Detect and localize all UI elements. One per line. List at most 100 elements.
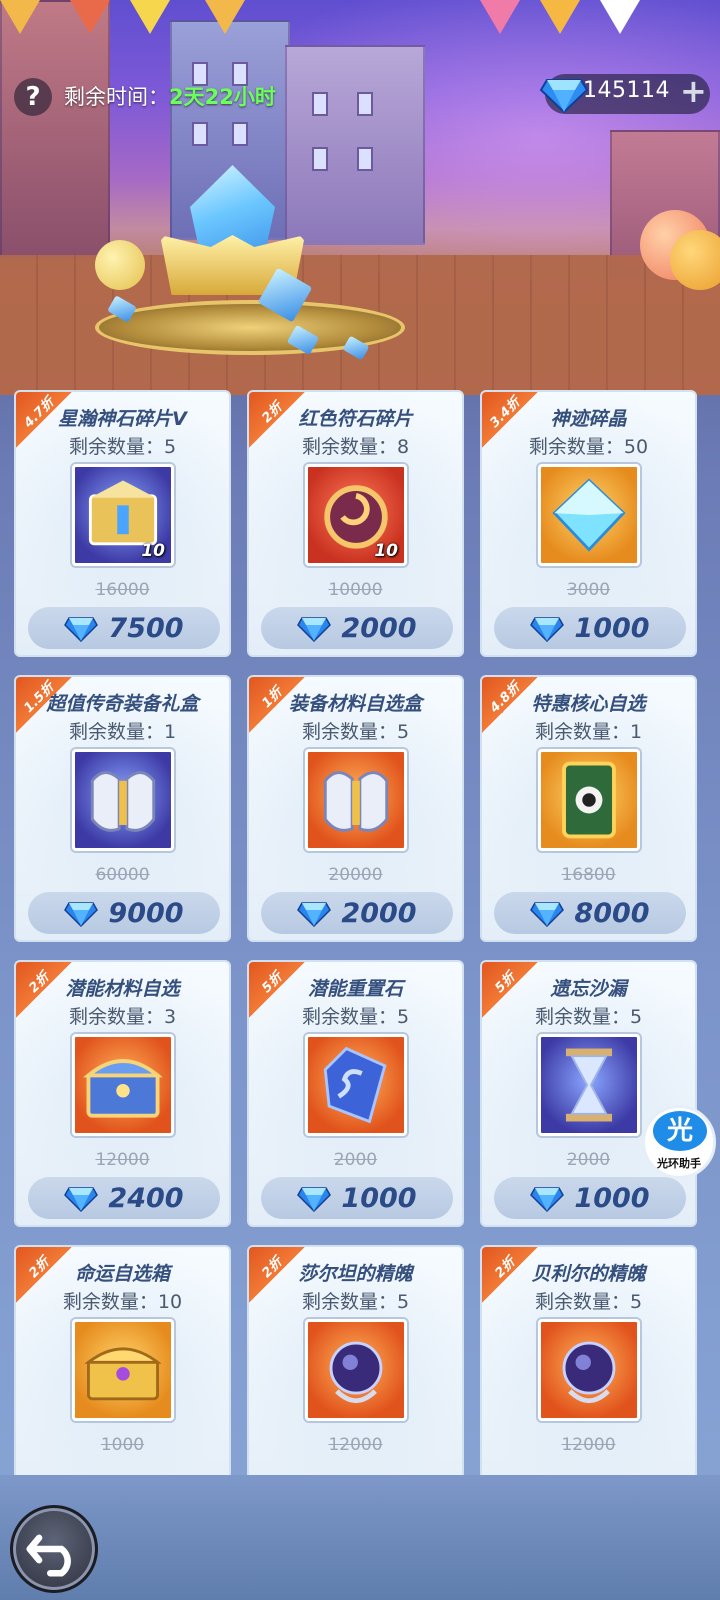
item-name: 莎尔坦的精魄 bbox=[298, 1263, 413, 1285]
item-name: 神迹碎晶 bbox=[550, 408, 627, 430]
balloon bbox=[95, 240, 145, 290]
helper-label: 光环助手 bbox=[657, 1157, 701, 1170]
shop-item-card[interactable]: 5折 潜能重置石 剩余数量：5 2000 1000 bbox=[247, 960, 464, 1227]
item-stock: 剩余数量：1 bbox=[534, 721, 643, 743]
sale-price: 1000 bbox=[574, 1182, 650, 1214]
buy-button[interactable]: 1000 bbox=[261, 1177, 453, 1219]
buy-button[interactable]: 2000 bbox=[261, 607, 453, 649]
diamond-icon bbox=[297, 1187, 332, 1212]
diamond-icon bbox=[297, 902, 332, 927]
item-stock: 剩余数量：5 bbox=[301, 1291, 410, 1313]
spirit-orb-icon[interactable] bbox=[538, 1319, 640, 1421]
golden-chest-icon[interactable] bbox=[72, 1319, 174, 1421]
diamond-icon bbox=[64, 902, 99, 927]
buy-button[interactable]: 9000 bbox=[28, 892, 220, 934]
crystal-icon[interactable] bbox=[538, 464, 640, 566]
buy-button[interactable]: 2400 bbox=[28, 1177, 220, 1219]
shop-item-card[interactable]: 2折 潜能材料自选 剩余数量：3 12000 2400 bbox=[14, 960, 231, 1227]
item-stock: 剩余数量：5 bbox=[301, 1006, 410, 1028]
armor-box-icon[interactable] bbox=[305, 749, 407, 851]
buy-button[interactable]: 8000 bbox=[494, 892, 686, 934]
shop-item-card[interactable]: 5折 遗忘沙漏 剩余数量：5 2000 1000 bbox=[480, 960, 697, 1227]
building bbox=[0, 0, 110, 260]
item-stock: 剩余数量：5 bbox=[534, 1006, 643, 1028]
shop-item-card[interactable]: 2折 莎尔坦的精魄 剩余数量：5 12000 bbox=[247, 1245, 464, 1512]
treasure-chest-icon[interactable]: 10 bbox=[72, 464, 174, 566]
item-stock: 剩余数量：5 bbox=[68, 436, 177, 458]
item-name: 超值传奇装备礼盒 bbox=[46, 693, 199, 715]
shop-item-card[interactable]: 3.4折 神迹碎晶 剩余数量：50 3000 1000 bbox=[480, 390, 697, 657]
sale-price: 2000 bbox=[341, 897, 417, 929]
original-price: 60000 bbox=[95, 865, 150, 885]
item-stock: 剩余数量：1 bbox=[68, 721, 177, 743]
helper-widget[interactable]: 光 光环助手 bbox=[642, 1105, 716, 1179]
buy-button[interactable]: 7500 bbox=[28, 607, 220, 649]
item-stock: 剩余数量：5 bbox=[534, 1291, 643, 1313]
bunting-flag bbox=[130, 0, 170, 34]
spirit-orb-icon[interactable] bbox=[305, 1319, 407, 1421]
sale-price: 1000 bbox=[341, 1182, 417, 1214]
sale-price: 2000 bbox=[341, 612, 417, 644]
diamond-icon bbox=[64, 1187, 99, 1212]
buy-button[interactable]: 2000 bbox=[261, 892, 453, 934]
help-button[interactable]: ? bbox=[14, 78, 52, 116]
item-stock: 剩余数量：50 bbox=[528, 436, 649, 458]
item-stock: 剩余数量：10 bbox=[62, 1291, 183, 1313]
original-price: 1000 bbox=[100, 1435, 145, 1455]
original-price: 2000 bbox=[333, 1150, 378, 1170]
hourglass-icon[interactable] bbox=[538, 1034, 640, 1136]
bunting-flag bbox=[480, 0, 520, 34]
item-name: 特惠核心自选 bbox=[531, 693, 646, 715]
original-price: 10000 bbox=[328, 580, 383, 600]
shop-item-card[interactable]: 4.7折 星瀚神石碎片V 剩余数量：5 10 16000 7500 bbox=[14, 390, 231, 657]
blue-stone-icon[interactable] bbox=[305, 1034, 407, 1136]
item-stock: 剩余数量：3 bbox=[68, 1006, 177, 1028]
diamond-icon bbox=[297, 617, 332, 642]
item-name: 遗忘沙漏 bbox=[550, 978, 627, 1000]
item-name: 贝利尔的精魄 bbox=[531, 1263, 646, 1285]
armor-box-icon[interactable] bbox=[72, 749, 174, 851]
question-mark-icon: ? bbox=[25, 82, 41, 112]
item-name: 装备材料自选盒 bbox=[288, 693, 422, 715]
bunting-flag bbox=[70, 0, 110, 34]
shop-item-card[interactable]: 4.8折 特惠核心自选 剩余数量：1 16800 8000 bbox=[480, 675, 697, 942]
sale-price: 2400 bbox=[108, 1182, 184, 1214]
sale-price: 9000 bbox=[108, 897, 184, 929]
hero-banner bbox=[0, 0, 720, 395]
rune-stone-icon[interactable]: 10 bbox=[305, 464, 407, 566]
item-name: 命运自选箱 bbox=[74, 1263, 170, 1285]
bunting-flag bbox=[205, 0, 245, 34]
buy-button[interactable]: 1000 bbox=[494, 1177, 686, 1219]
shop-item-card[interactable]: 1.5折 超值传奇装备礼盒 剩余数量：1 60000 9000 bbox=[14, 675, 231, 942]
shop-item-card[interactable]: 2折 红色符石碎片 剩余数量：8 10 10000 2000 bbox=[247, 390, 464, 657]
helper-logo-icon: 光 bbox=[653, 1111, 707, 1151]
item-stock: 剩余数量：8 bbox=[301, 436, 410, 458]
sale-price: 1000 bbox=[574, 612, 650, 644]
shop-item-card[interactable]: 1折 装备材料自选盒 剩余数量：5 20000 2000 bbox=[247, 675, 464, 942]
back-arrow-icon bbox=[26, 1534, 71, 1577]
chest-icon[interactable] bbox=[72, 1034, 174, 1136]
diamond-icon bbox=[530, 1187, 565, 1212]
item-quantity: 10 bbox=[141, 541, 165, 561]
plus-icon[interactable]: + bbox=[680, 72, 707, 110]
item-name: 潜能材料自选 bbox=[65, 978, 180, 1000]
original-price: 20000 bbox=[328, 865, 383, 885]
item-stock: 剩余数量：5 bbox=[301, 721, 410, 743]
item-name: 星瀚神石碎片V bbox=[58, 408, 187, 430]
back-button[interactable] bbox=[10, 1505, 98, 1593]
shop-item-card[interactable]: 2折 贝利尔的精魄 剩余数量：5 12000 bbox=[480, 1245, 697, 1512]
original-price: 12000 bbox=[561, 1435, 616, 1455]
card-icon[interactable] bbox=[538, 749, 640, 851]
sale-price: 7500 bbox=[108, 612, 184, 644]
original-price: 12000 bbox=[95, 1150, 150, 1170]
item-name: 红色符石碎片 bbox=[298, 408, 413, 430]
shop-item-card[interactable]: 2折 命运自选箱 剩余数量：10 1000 bbox=[14, 1245, 231, 1512]
item-quantity: 10 bbox=[374, 541, 398, 561]
item-name: 潜能重置石 bbox=[307, 978, 403, 1000]
remaining-time-value: 2天22小时 bbox=[169, 85, 276, 109]
bunting-flag bbox=[540, 0, 580, 34]
original-price: 16000 bbox=[95, 580, 150, 600]
diamond-icon bbox=[530, 902, 565, 927]
diamond-icon bbox=[539, 79, 589, 114]
buy-button[interactable]: 1000 bbox=[494, 607, 686, 649]
